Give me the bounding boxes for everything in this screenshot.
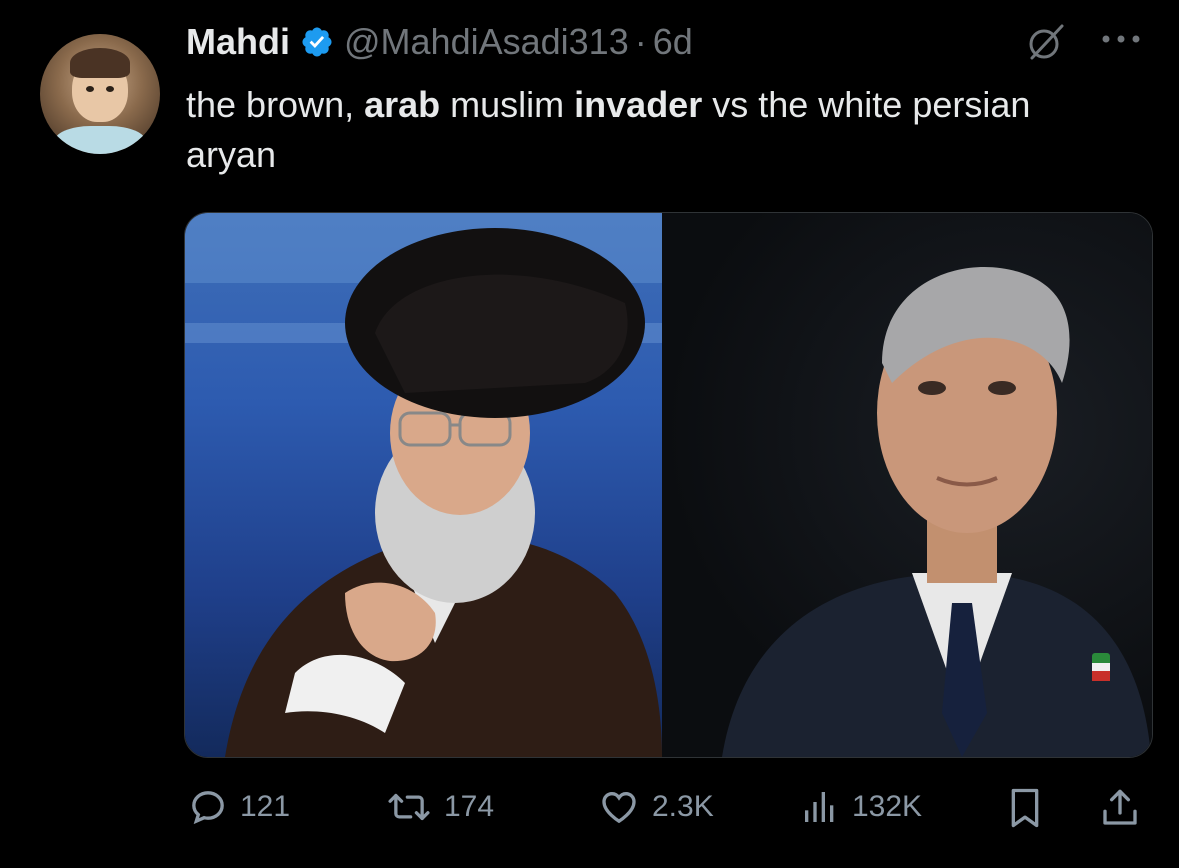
- tweet-text: the brown, arab muslim invader vs the wh…: [186, 80, 1126, 180]
- repost-count: 174: [444, 790, 495, 823]
- tweet-text-bold: arab: [364, 84, 441, 125]
- tweet-text-bold: invader: [574, 84, 703, 125]
- reply-count: 121: [240, 790, 291, 823]
- tweet-header: Mahdi @MahdiAsadi313 · 6d: [186, 20, 693, 64]
- tweet-timestamp[interactable]: 6d: [653, 21, 693, 63]
- views-icon: [805, 792, 834, 822]
- more-icon[interactable]: [1098, 24, 1144, 54]
- reply-icon: [192, 791, 224, 825]
- tweet-text-part: the brown,: [186, 84, 365, 125]
- tweet-text-part: muslim: [440, 84, 575, 125]
- media-image-left[interactable]: [185, 213, 662, 757]
- repost-icon: [388, 793, 430, 821]
- separator-dot: ·: [634, 21, 647, 62]
- heart-icon: [602, 791, 636, 824]
- author-name[interactable]: Mahdi: [186, 21, 290, 63]
- grok-icon[interactable]: [1026, 22, 1066, 62]
- verified-badge-icon: [302, 27, 332, 57]
- author-handle[interactable]: @MahdiAsadi313: [344, 21, 629, 63]
- avatar[interactable]: [40, 34, 160, 154]
- action-bar: 121 174 2.3K 132K: [0, 782, 1179, 832]
- portrait-right-illustration: [722, 267, 1151, 757]
- portrait-left-illustration: [185, 213, 662, 757]
- tweet-media[interactable]: [184, 212, 1153, 758]
- share-icon[interactable]: [1100, 786, 1140, 830]
- reply-button[interactable]: 121: [188, 782, 290, 832]
- views-count: 132K: [852, 790, 923, 823]
- like-count: 2.3K: [652, 790, 714, 823]
- views-button[interactable]: 132K: [800, 782, 922, 832]
- bookmark-icon[interactable]: [1005, 786, 1045, 830]
- repost-button[interactable]: 174: [386, 782, 494, 832]
- media-image-right[interactable]: [662, 213, 1152, 757]
- like-button[interactable]: 2.3K: [598, 782, 714, 832]
